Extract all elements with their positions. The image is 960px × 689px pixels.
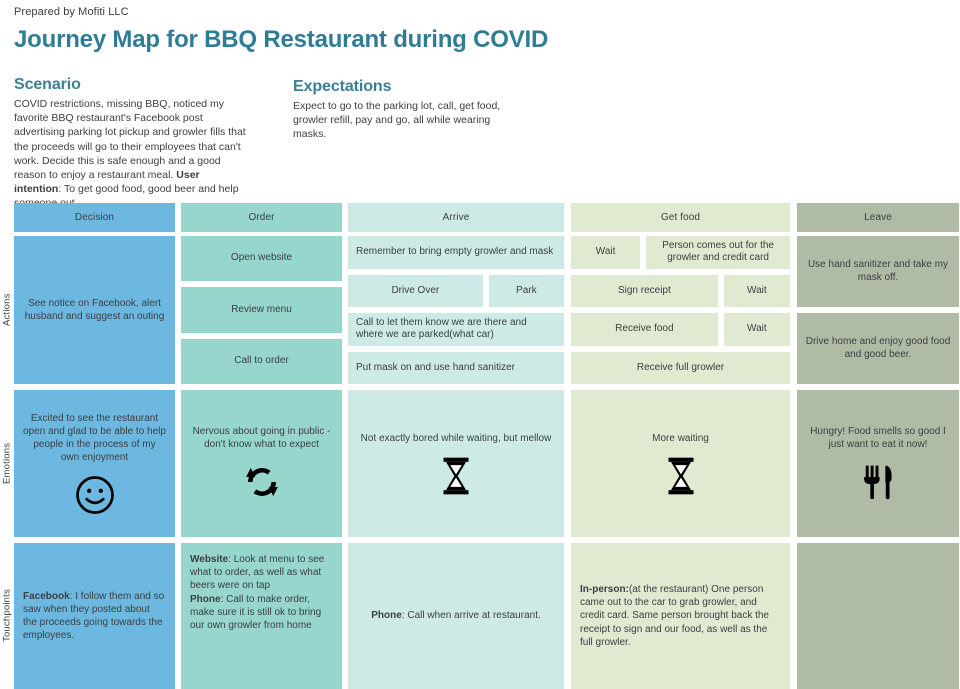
phase-column-decision: Decision bbox=[14, 203, 175, 232]
action-box-call-location[interactable]: Call to let them know we are there and w… bbox=[348, 313, 564, 346]
actions-cell-leave: Use hand sanitizer and take my mask off.… bbox=[797, 236, 959, 384]
phase-header-arrive[interactable]: Arrive bbox=[348, 203, 564, 232]
touchpoint-body-phone-arrive: : Call when arrive at restaurant. bbox=[401, 610, 541, 622]
emotions-cell-arrive: Not exactly bored while waiting, but mel… bbox=[348, 390, 564, 537]
phase-column-order: Order bbox=[181, 203, 342, 232]
hourglass-icon bbox=[439, 456, 473, 496]
emotion-cell-3[interactable]: Not exactly bored while waiting, but mel… bbox=[348, 390, 564, 537]
touchpoint-arrive[interactable]: Phone: Call when arrive at restaurant. bbox=[348, 543, 564, 689]
touchpoint-getfood[interactable]: In-person:(at the restaurant) One person… bbox=[571, 543, 790, 689]
action-box-wait-2[interactable]: Wait bbox=[723, 274, 790, 307]
emotions-cell-decision: Excited to see the restaurant open and g… bbox=[14, 390, 175, 537]
scenario-block: Scenario COVID restrictions, missing BBQ… bbox=[14, 76, 246, 210]
phase-column-leave: Leave bbox=[797, 203, 959, 232]
hourglass-icon bbox=[664, 456, 698, 496]
touchpoint-order[interactable]: Website: Look at menu to see what to ord… bbox=[181, 543, 342, 689]
action-box-person-comes-out[interactable]: Person comes out for the growler and cre… bbox=[646, 236, 790, 269]
action-box-receive-food[interactable]: Receive food bbox=[571, 313, 718, 346]
action-box-remember-growler[interactable]: Remember to bring empty growler and mask bbox=[348, 236, 564, 269]
touchpoint-label-facebook: Facebook bbox=[23, 590, 70, 602]
action-box-open-website[interactable]: Open website bbox=[181, 236, 342, 282]
phase-header-decision[interactable]: Decision bbox=[14, 203, 175, 232]
touchpoint-label-phone-order: Phone bbox=[190, 593, 221, 605]
touchpoint-leave[interactable] bbox=[797, 543, 959, 689]
scenario-heading: Scenario bbox=[14, 76, 81, 93]
action-box-mask-sanitizer[interactable]: Put mask on and use hand sanitizer bbox=[348, 351, 564, 384]
refresh-cycle-icon bbox=[242, 462, 282, 502]
action-box-review-menu[interactable]: Review menu bbox=[181, 287, 342, 333]
emotion-cell-4[interactable]: More waiting bbox=[571, 390, 790, 537]
actions-cell-arrive: Remember to bring empty growler and mask… bbox=[348, 236, 564, 384]
fork-knife-icon bbox=[860, 462, 896, 502]
touchpoint-label-in-person: In-person: bbox=[580, 584, 629, 596]
expectations-heading: Expectations bbox=[293, 78, 392, 95]
emotion-text-leave: Hungry! Food smells so good I just want … bbox=[810, 426, 946, 450]
action-box-sign-receipt[interactable]: Sign receipt bbox=[571, 274, 718, 307]
touchpoint-decision[interactable]: Facebook: I follow them and so saw when … bbox=[14, 543, 175, 689]
action-box-receive-growler[interactable]: Receive full growler bbox=[571, 351, 790, 384]
action-box-wait-3[interactable]: Wait bbox=[723, 313, 790, 346]
emotions-row: Excited to see the restaurant open and g… bbox=[0, 390, 960, 537]
journey-map-page: Prepared by Mofiti LLC Journey Map for B… bbox=[0, 0, 960, 689]
action-box-call-to-order[interactable]: Call to order bbox=[181, 338, 342, 384]
expectations-block: Expectations Expect to go to the parking… bbox=[293, 78, 523, 142]
prepared-by-credit: Prepared by Mofiti LLC bbox=[14, 6, 129, 18]
emotions-cell-getfood: More waiting bbox=[571, 390, 790, 537]
touchpoints-cell-leave bbox=[797, 543, 959, 689]
actions-row: See notice on Facebook, alert husband an… bbox=[0, 236, 960, 384]
emotion-text-decision: Excited to see the restaurant open and g… bbox=[23, 413, 166, 463]
action-text-decision[interactable]: See notice on Facebook, alert husband an… bbox=[14, 236, 175, 384]
smiley-face-icon bbox=[75, 475, 115, 515]
journey-grid: Actions Emotions Touchpoints Decision Or… bbox=[0, 203, 960, 689]
scenario-body: COVID restrictions, missing BBQ, noticed… bbox=[14, 97, 246, 210]
phase-column-arrive: Arrive bbox=[348, 203, 564, 232]
action-box-sanitizer-mask-off[interactable]: Use hand sanitizer and take my mask off. bbox=[797, 236, 959, 307]
actions-cell-getfood: Wait Person comes out for the growler an… bbox=[571, 236, 790, 384]
emotion-cell-2[interactable]: Nervous about going in public - don't kn… bbox=[181, 390, 342, 537]
scenario-body-text: COVID restrictions, missing BBQ, noticed… bbox=[14, 98, 246, 181]
touchpoints-cell-order: Website: Look at menu to see what to ord… bbox=[181, 543, 342, 689]
touchpoint-label-phone-arrive: Phone bbox=[371, 610, 402, 622]
emotions-cell-leave: Hungry! Food smells so good I just want … bbox=[797, 390, 959, 537]
emotion-text-getfood: More waiting bbox=[652, 432, 709, 444]
phase-header-row: Decision Order Arrive Get food Leave bbox=[0, 203, 960, 232]
touchpoints-row: Facebook: I follow them and so saw when … bbox=[0, 543, 960, 689]
page-title: Journey Map for BBQ Restaurant during CO… bbox=[14, 26, 549, 53]
phase-header-getfood[interactable]: Get food bbox=[571, 203, 790, 232]
action-box-drive-home[interactable]: Drive home and enjoy good food and good … bbox=[797, 313, 959, 384]
emotion-cell-1[interactable]: Excited to see the restaurant open and g… bbox=[14, 390, 175, 537]
phase-column-getfood: Get food bbox=[571, 203, 790, 232]
touchpoints-cell-decision: Facebook: I follow them and so saw when … bbox=[14, 543, 175, 689]
emotion-text-order: Nervous about going in public - don't kn… bbox=[192, 426, 331, 450]
phase-header-order[interactable]: Order bbox=[181, 203, 342, 232]
touchpoint-leave-empty bbox=[806, 549, 950, 683]
action-box-wait-1[interactable]: Wait bbox=[571, 236, 641, 269]
action-box-drive-over[interactable]: Drive Over bbox=[348, 274, 483, 307]
action-box-park[interactable]: Park bbox=[488, 274, 564, 307]
phase-header-leave[interactable]: Leave bbox=[797, 203, 959, 232]
touchpoint-label-website: Website bbox=[190, 554, 229, 565]
expectations-body: Expect to go to the parking lot, call, g… bbox=[293, 100, 501, 141]
actions-cell-decision: See notice on Facebook, alert husband an… bbox=[14, 236, 175, 384]
touchpoints-cell-getfood: In-person:(at the restaurant) One person… bbox=[571, 543, 790, 689]
emotion-cell-5[interactable]: Hungry! Food smells so good I just want … bbox=[797, 390, 959, 537]
emotions-cell-order: Nervous about going in public - don't kn… bbox=[181, 390, 342, 537]
emotion-text-arrive: Not exactly bored while waiting, but mel… bbox=[360, 432, 552, 444]
touchpoints-cell-arrive: Phone: Call when arrive at restaurant. bbox=[348, 543, 564, 689]
actions-cell-order: Open website Review menu Call to order bbox=[181, 236, 342, 384]
